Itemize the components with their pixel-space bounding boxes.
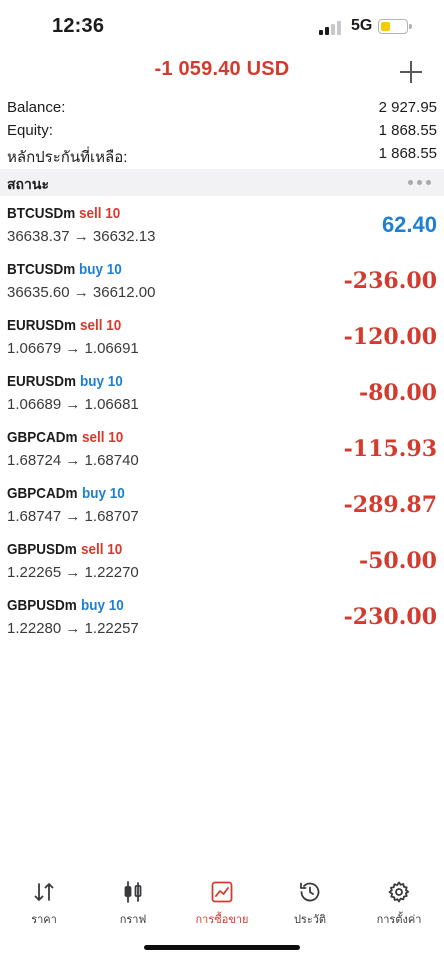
battery-icon <box>378 19 412 34</box>
positions-list: BTCUSDm sell 10 36638.37 → 36632.13 62.4… <box>0 196 444 644</box>
summary-value: 1 868.55 <box>378 122 437 139</box>
nav-label: การตั้งค่า <box>376 914 422 926</box>
nav-item-charts[interactable]: กราฟ <box>93 872 173 930</box>
position-side: buy 10 <box>80 373 123 390</box>
position-prices: 1.22280 → 1.22257 <box>7 620 139 637</box>
summary-value: 2 927.95 <box>378 99 437 116</box>
nav-item-history[interactable]: ประวัติ <box>270 872 350 930</box>
position-prices: 1.68747 → 1.68707 <box>7 508 139 525</box>
position-side: buy 10 <box>81 485 125 502</box>
position-symbol: EURUSDm <box>7 317 77 334</box>
position-symbol: GBPUSDm <box>7 597 77 614</box>
position-symbol: EURUSDm <box>7 373 77 390</box>
position-side: buy 10 <box>80 597 124 614</box>
history-clock-icon <box>300 882 320 902</box>
nav-label: กราฟ <box>119 914 147 926</box>
home-indicator <box>144 945 300 950</box>
position-symbol: GBPCADm <box>7 485 78 502</box>
position-symbol: BTCUSDm <box>7 205 76 222</box>
position-row[interactable]: BTCUSDm sell 10 36638.37 → 36632.13 62.4… <box>0 196 444 252</box>
plus-icon[interactable] <box>400 61 422 83</box>
position-prices: 36635.60 → 36612.00 <box>7 284 156 301</box>
summary-value: 1 868.55 <box>378 145 437 162</box>
floating-profit-total: -1 059.40 USD <box>154 58 290 80</box>
summary-label: Equity: <box>7 122 53 139</box>
position-row[interactable]: GBPUSDm buy 10 1.22280 → 1.22257 -230.00 <box>0 588 444 644</box>
position-symbol: GBPCADm <box>7 429 78 446</box>
candlestick-chart-icon <box>124 881 142 903</box>
position-symbol: BTCUSDm <box>7 261 76 278</box>
signal-icon <box>319 21 343 35</box>
nav-item-settings[interactable]: การตั้งค่า <box>359 872 439 930</box>
nav-item-quotes[interactable]: ราคา <box>4 872 84 930</box>
position-profit: -80.00 <box>358 380 437 406</box>
position-side: sell 10 <box>80 541 123 558</box>
position-prices: 1.68724 → 1.68740 <box>7 452 139 469</box>
nav-label: ราคา <box>31 914 57 926</box>
position-prices: 1.22265 → 1.22270 <box>7 564 139 581</box>
account-summary: Balance: 2 927.95 Equity: 1 868.55 หลักป… <box>0 96 444 166</box>
status-bar: 12:36 5G <box>0 0 444 52</box>
position-profit: -289.87 <box>343 492 437 518</box>
position-profit: -50.00 <box>358 548 437 574</box>
position-row[interactable]: EURUSDm sell 10 1.06679 → 1.06691 -120.0… <box>0 308 444 364</box>
position-side: sell 10 <box>79 205 121 222</box>
more-dots-icon[interactable] <box>408 180 432 186</box>
position-row[interactable]: BTCUSDm buy 10 36635.60 → 36612.00 -236.… <box>0 252 444 308</box>
settings-gear-icon <box>388 881 410 903</box>
positions-section-header: สถานะ <box>0 169 444 196</box>
position-row[interactable]: GBPCADm sell 10 1.68724 → 1.68740 -115.9… <box>0 420 444 476</box>
position-profit: -230.00 <box>343 604 437 630</box>
position-symbol: GBPUSDm <box>7 541 77 558</box>
position-row[interactable]: GBPCADm buy 10 1.68747 → 1.68707 -289.87 <box>0 476 444 532</box>
network-label: 5G <box>351 17 373 34</box>
position-side: buy 10 <box>79 261 123 278</box>
position-profit: 62.40 <box>381 212 437 237</box>
status-time: 12:36 <box>52 15 105 37</box>
position-row[interactable]: GBPUSDm sell 10 1.22265 → 1.22270 -50.00 <box>0 532 444 588</box>
position-profit: -120.00 <box>343 324 437 350</box>
summary-label: Balance: <box>7 99 66 116</box>
quotes-arrows-icon <box>34 883 54 901</box>
position-prices: 1.06679 → 1.06691 <box>7 340 139 357</box>
summary-row-equity: Equity: 1 868.55 <box>0 119 444 142</box>
position-side: sell 10 <box>80 317 122 334</box>
summary-row-free-margin: หลักประกันที่เหลือ: 1 868.55 <box>0 142 444 166</box>
section-title: สถานะ <box>7 176 49 192</box>
position-profit: -115.93 <box>343 436 437 462</box>
nav-label: การซื้อขาย <box>195 914 249 926</box>
summary-label: หลักประกันที่เหลือ: <box>7 149 128 166</box>
trade-chart-icon <box>211 881 233 903</box>
bottom-nav: ราคา กราฟ การซื้อขาย ประวัติ การตั้งค่า <box>0 872 444 932</box>
position-row[interactable]: EURUSDm buy 10 1.06689 → 1.06681 -80.00 <box>0 364 444 420</box>
position-prices: 1.06689 → 1.06681 <box>7 396 139 413</box>
summary-row-balance: Balance: 2 927.95 <box>0 96 444 119</box>
position-profit: -236.00 <box>343 268 437 294</box>
position-side: sell 10 <box>81 429 123 446</box>
position-prices: 36638.37 → 36632.13 <box>7 228 156 245</box>
nav-item-trade[interactable]: การซื้อขาย <box>182 872 262 930</box>
nav-label: ประวัติ <box>293 914 327 926</box>
